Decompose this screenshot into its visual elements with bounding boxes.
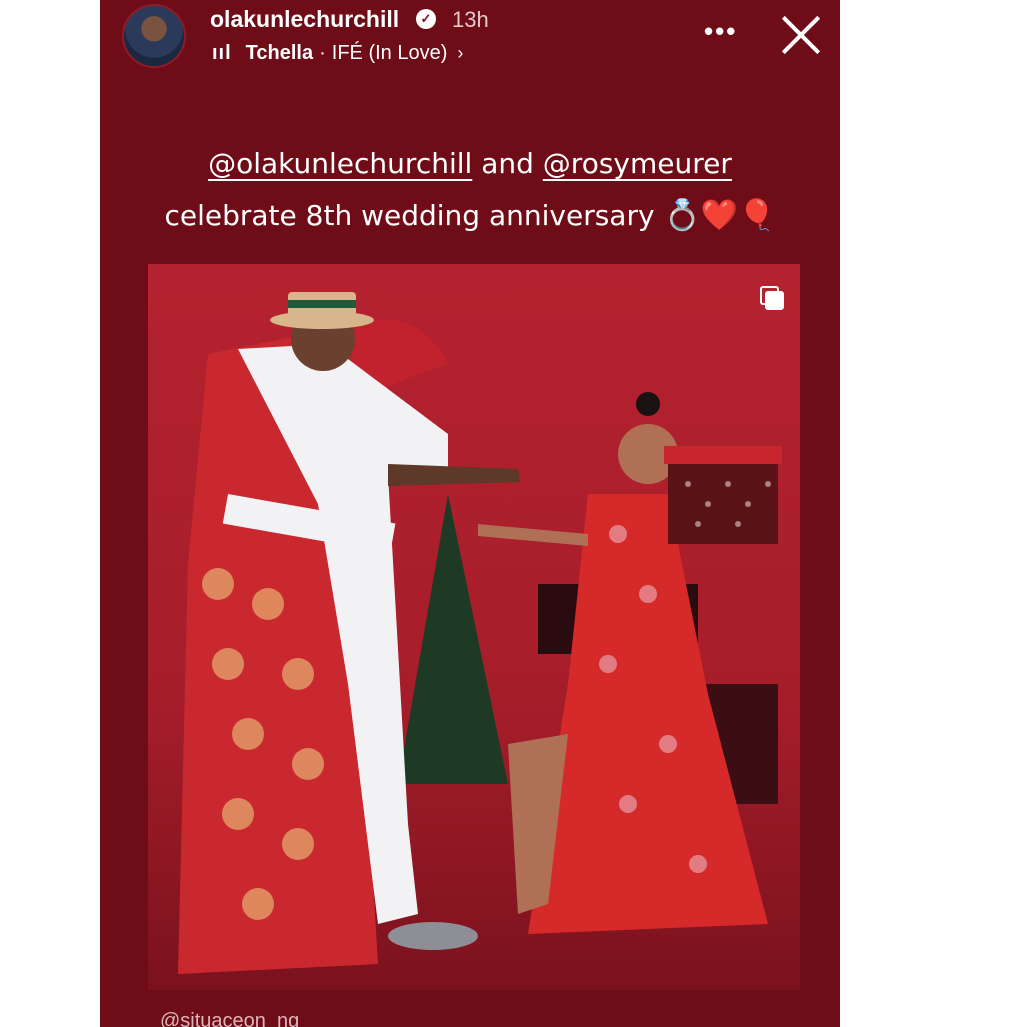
music-sticker[interactable]: ııl Tchella · IFÉ (In Love) › bbox=[212, 42, 463, 65]
music-bars-icon: ııl bbox=[212, 42, 232, 64]
couple-photo-illustration bbox=[148, 264, 800, 990]
story-viewer: olakunlechurchill ✓ 13h ııl Tchella · IF… bbox=[100, 0, 840, 1027]
username[interactable]: olakunlechurchill bbox=[210, 6, 399, 33]
story-header: olakunlechurchill ✓ 13h ııl Tchella · IF… bbox=[100, 0, 840, 80]
photo-credit: @situaceon_ng bbox=[160, 1010, 300, 1027]
caption-and: and bbox=[481, 147, 534, 180]
music-separator: · bbox=[319, 42, 326, 64]
avatar[interactable] bbox=[122, 4, 186, 68]
verified-badge-icon: ✓ bbox=[416, 9, 436, 29]
mention-rosymeurer[interactable]: @rosymeurer bbox=[543, 147, 732, 180]
mention-olakunlechurchill[interactable]: @olakunlechurchill bbox=[208, 147, 472, 180]
caption-line-2: celebrate 8th wedding anniversary bbox=[164, 199, 655, 232]
more-options-icon[interactable]: ••• bbox=[704, 16, 737, 47]
caption-emojis: 💍❤️🎈 bbox=[663, 198, 776, 233]
chevron-right-icon: › bbox=[457, 43, 464, 63]
post-time: 13h bbox=[452, 7, 489, 32]
carousel-icon bbox=[760, 286, 784, 310]
story-caption: @olakunlechurchill and @rosymeurer celeb… bbox=[100, 138, 840, 242]
music-song: IFÉ (In Love) bbox=[331, 42, 448, 64]
story-photo[interactable] bbox=[148, 264, 800, 990]
music-artist: Tchella bbox=[245, 42, 314, 64]
close-icon[interactable] bbox=[778, 12, 824, 58]
